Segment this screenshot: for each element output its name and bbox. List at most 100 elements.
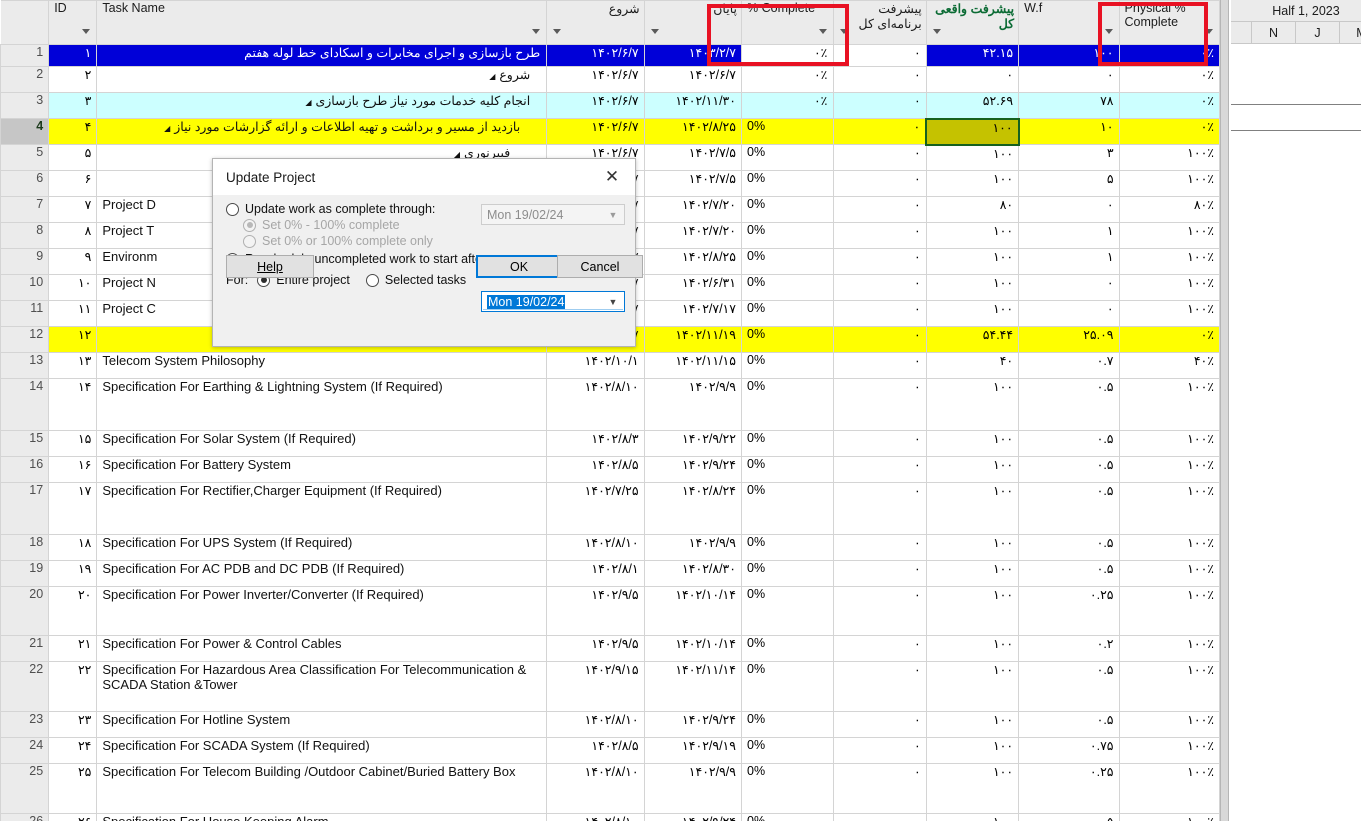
cell-id[interactable]: ۶: [48, 170, 98, 197]
cell-id[interactable]: ۷: [48, 196, 98, 223]
cell-finish[interactable]: ۱۴۰۲/۷/۱۷: [643, 300, 743, 327]
header-finish[interactable]: پایان: [643, 0, 743, 45]
cell-wf[interactable]: ۷۸: [1018, 92, 1120, 119]
gantt-bars-area[interactable]: [1220, 44, 1361, 821]
cell-plan-progress[interactable]: ۰: [833, 711, 927, 738]
cell-plan-progress[interactable]: ۰: [833, 661, 927, 712]
cell-finish[interactable]: ۱۴۰۲/۹/۱۹: [643, 737, 743, 764]
cell-start[interactable]: ۱۴۰۲/۸/۳: [546, 430, 645, 457]
cell-actual-progress[interactable]: ۰: [925, 66, 1020, 93]
cell-start[interactable]: ۱۴۰۲/۸/۱: [546, 560, 645, 587]
cell-actual-progress[interactable]: ۱۰۰: [925, 170, 1020, 197]
chevron-down-icon[interactable]: [840, 29, 849, 34]
cell-plan-progress[interactable]: ۰: [833, 118, 927, 145]
cell-plan-progress[interactable]: ۰: [833, 144, 927, 171]
cell-plan-progress[interactable]: ۰: [833, 196, 927, 223]
cell-plan-progress[interactable]: ۰: [833, 378, 927, 431]
cell-physical-pct[interactable]: ۸۰٪: [1118, 196, 1220, 223]
row-number[interactable]: 23: [0, 711, 50, 738]
collapse-triangle-icon[interactable]: ◢: [489, 72, 495, 81]
cell-id[interactable]: ۲۵: [48, 763, 98, 814]
cell-task-name[interactable]: Specification For Solar System (If Requi…: [96, 430, 548, 457]
cell-physical-pct[interactable]: ۱۰۰٪: [1118, 711, 1220, 738]
cell-start[interactable]: ۱۴۰۲/۸/۱۰: [546, 763, 645, 814]
header-plan-progress[interactable]: پیشرفت برنامه‌ای کل: [833, 0, 927, 45]
ok-button[interactable]: OK: [476, 255, 562, 278]
cell-plan-progress[interactable]: ۰: [833, 586, 927, 636]
row-number[interactable]: 5: [0, 144, 50, 171]
table-row[interactable]: 2 ۲ شروع ◢ ۱۴۰۲/۶/۷ ۱۴۰۲/۶/۷ ۰٪ ۰ ۰ ۰ ۰٪: [0, 66, 1220, 93]
cell-plan-progress[interactable]: ۰: [833, 534, 927, 561]
cell-task-name[interactable]: بازدید از مسیر و برداشت و تهیه اطلاعات و…: [96, 118, 548, 145]
cell-wf[interactable]: ۱۰: [1018, 118, 1120, 145]
cell-plan-progress[interactable]: ۰: [833, 222, 927, 249]
cell-pct-complete[interactable]: 0%: [740, 430, 835, 457]
cell-id[interactable]: ۹: [48, 248, 98, 275]
cell-plan-progress[interactable]: ۰: [833, 813, 927, 821]
cell-pct-complete[interactable]: 0%: [740, 248, 835, 275]
close-icon[interactable]: ✕: [597, 162, 627, 192]
cell-finish[interactable]: ۱۴۰۲/۱۱/۳۰: [643, 92, 743, 119]
cell-wf[interactable]: ۱: [1018, 248, 1120, 275]
cell-wf[interactable]: ۰.۵: [1018, 430, 1120, 457]
cell-pct-complete[interactable]: ۰٪: [740, 66, 835, 93]
cell-task-name[interactable]: Specification For SCADA System (If Requi…: [96, 737, 548, 764]
cell-start[interactable]: ۱۴۰۲/۹/۵: [546, 635, 645, 662]
cell-task-name[interactable]: انجام کلیه خدمات مورد نیاز طرح بازسازی ◢: [96, 92, 548, 119]
cell-start[interactable]: ۱۴۰۲/۸/۱۰: [546, 711, 645, 738]
cell-wf[interactable]: ۰.۵: [1018, 534, 1120, 561]
cell-start[interactable]: ۱۴۰۲/۸/۱۰: [546, 813, 645, 821]
cell-start[interactable]: ۱۴۰۲/۸/۱۰: [546, 534, 645, 561]
cell-actual-progress[interactable]: ۱۰۰: [925, 144, 1020, 171]
cell-id[interactable]: ۲۳: [48, 711, 98, 738]
cell-actual-progress[interactable]: ۸۰: [925, 196, 1020, 223]
cell-pct-complete[interactable]: 0%: [740, 586, 835, 636]
cell-id[interactable]: ۲۶: [48, 813, 98, 821]
cell-wf[interactable]: ۱۰۰: [1018, 44, 1120, 67]
radio-selected-tasks-row[interactable]: Selected tasks: [365, 273, 466, 287]
cell-pct-complete[interactable]: 0%: [740, 326, 835, 353]
cell-pct-complete[interactable]: ۰٪: [740, 44, 835, 67]
table-row[interactable]: 16 ۱۶ Specification For Battery System ۱۴۰۲…: [0, 456, 1220, 483]
cell-plan-progress[interactable]: ۰: [833, 635, 927, 662]
cell-task-name[interactable]: Specification For AC PDB and DC PDB (If …: [96, 560, 548, 587]
row-number[interactable]: 1: [0, 44, 50, 67]
cell-physical-pct[interactable]: ۱۰۰٪: [1118, 737, 1220, 764]
cell-wf[interactable]: ۰.۵: [1018, 711, 1120, 738]
chevron-down-icon[interactable]: [532, 29, 541, 34]
cell-id[interactable]: ۲۱: [48, 635, 98, 662]
row-number[interactable]: 14: [0, 378, 50, 431]
row-number[interactable]: 18: [0, 534, 50, 561]
cell-actual-progress[interactable]: ۱۰۰: [925, 248, 1020, 275]
cell-id[interactable]: ۱۸: [48, 534, 98, 561]
cell-start[interactable]: ۱۴۰۲/۸/۵: [546, 456, 645, 483]
cell-start[interactable]: ۱۴۰۲/۸/۵: [546, 737, 645, 764]
cell-finish[interactable]: ۱۴۰۲/۷/۲۰: [643, 196, 743, 223]
cell-pct-complete[interactable]: 0%: [740, 456, 835, 483]
cell-actual-progress[interactable]: ۱۰۰: [925, 274, 1020, 301]
cell-pct-complete[interactable]: 0%: [740, 170, 835, 197]
cell-actual-progress[interactable]: ۱۰۰: [925, 456, 1020, 483]
cell-finish[interactable]: ۱۴۰۲/۹/۹: [643, 378, 743, 431]
cell-task-name[interactable]: Specification For Battery System: [96, 456, 548, 483]
table-row[interactable]: 21 ۲۱ Specification For Power & Control Ca…: [0, 635, 1220, 662]
cell-actual-progress[interactable]: ۱۰۰: [925, 560, 1020, 587]
cell-wf[interactable]: ۰: [1018, 300, 1120, 327]
gantt-chart-pane[interactable]: Half 1, 2023 NJM: [1220, 0, 1361, 821]
cell-task-name[interactable]: Specification For Hotline System: [96, 711, 548, 738]
cell-plan-progress[interactable]: ۰: [833, 456, 927, 483]
table-row[interactable]: 24 ۲۴ Specification For SCADA System (If R…: [0, 737, 1220, 764]
cell-physical-pct[interactable]: ۱۰۰٪: [1118, 430, 1220, 457]
cell-pct-complete[interactable]: 0%: [740, 300, 835, 327]
cell-pct-complete[interactable]: 0%: [740, 222, 835, 249]
cell-id[interactable]: ۵: [48, 144, 98, 171]
cell-finish[interactable]: ۱۴۰۲/۹/۲۴: [643, 456, 743, 483]
row-number[interactable]: 10: [0, 274, 50, 301]
cell-task-name[interactable]: Telecom System Philosophy: [96, 352, 548, 379]
cell-plan-progress[interactable]: ۰: [833, 66, 927, 93]
header-wf[interactable]: W.f: [1018, 0, 1120, 45]
row-number[interactable]: 3: [0, 92, 50, 119]
cell-plan-progress[interactable]: ۰: [833, 274, 927, 301]
row-number[interactable]: 13: [0, 352, 50, 379]
cell-id[interactable]: ۲۴: [48, 737, 98, 764]
